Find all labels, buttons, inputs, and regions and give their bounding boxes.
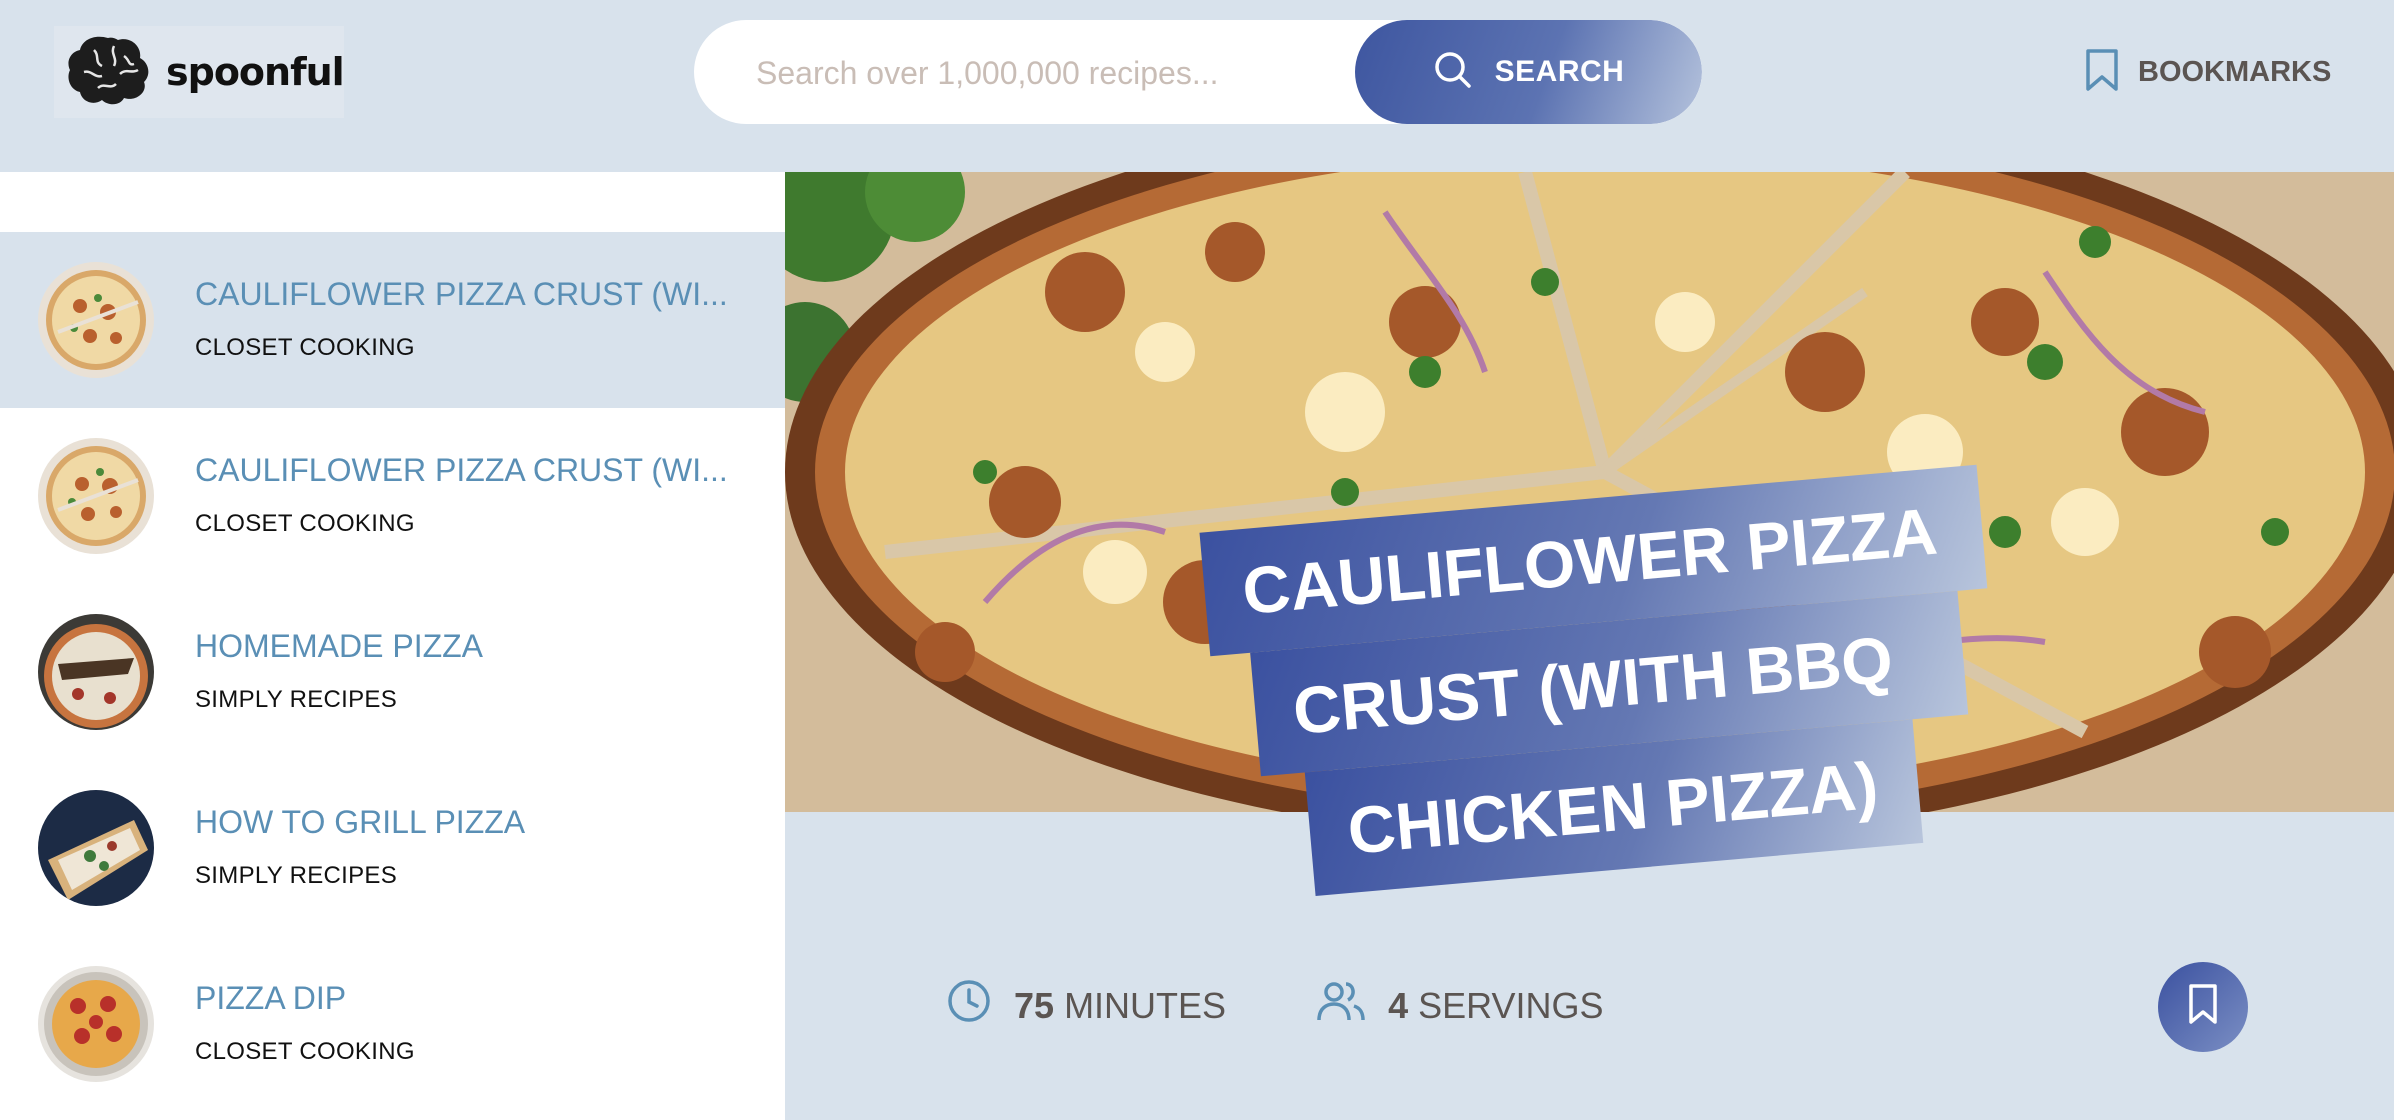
result-title: CAULIFLOWER PIZZA CRUST (WI...	[195, 276, 728, 312]
result-item[interactable]: HOMEMADE PIZZA SIMPLY RECIPES	[0, 584, 785, 760]
header: spoonful SEARCH BOOKMARKS	[0, 0, 2394, 172]
search-input[interactable]	[754, 20, 1378, 124]
result-item[interactable]: CAULIFLOWER PIZZA CRUST (WI... CLOSET CO…	[0, 232, 785, 408]
result-publisher: CLOSET COOKING	[195, 1038, 415, 1065]
result-publisher: CLOSET COOKING	[195, 334, 415, 361]
users-icon	[1316, 978, 1366, 1033]
result-publisher: SIMPLY RECIPES	[195, 862, 398, 889]
result-item[interactable]: PIZZA DIP CLOSET COOKING	[0, 936, 785, 1112]
cooking-time-unit: MINUTES	[1064, 984, 1227, 1026]
search-form: SEARCH	[694, 20, 1702, 124]
bookmarks-label: BOOKMARKS	[2138, 55, 2332, 88]
clock-icon	[946, 978, 992, 1033]
bookmark-icon	[2084, 47, 2120, 98]
brain-icon	[64, 32, 152, 113]
search-button-label: SEARCH	[1494, 55, 1625, 88]
recipe-thumbnail	[38, 262, 154, 378]
recipe-details: 75 MINUTES 4 SERVINGS	[946, 978, 1604, 1033]
bookmarks-button[interactable]: BOOKMARKS	[2084, 46, 2331, 98]
bookmark-recipe-button[interactable]	[2158, 962, 2248, 1052]
servings-value: 4	[1388, 984, 1409, 1026]
result-item[interactable]: CAULIFLOWER PIZZA CRUST (WI... CLOSET CO…	[0, 408, 785, 584]
recipe-thumbnail	[38, 614, 154, 730]
servings-unit: SERVINGS	[1418, 984, 1604, 1026]
result-publisher: SIMPLY RECIPES	[195, 686, 398, 713]
search-results: CAULIFLOWER PIZZA CRUST (WI... CLOSET CO…	[0, 172, 785, 1120]
result-item[interactable]: HOW TO GRILL PIZZA SIMPLY RECIPES	[0, 760, 785, 936]
search-button[interactable]: SEARCH	[1355, 20, 1702, 124]
recipe-thumbnail	[38, 438, 154, 554]
result-title: PIZZA DIP	[195, 980, 347, 1016]
result-title: CAULIFLOWER PIZZA CRUST (WI...	[195, 452, 728, 488]
recipe-thumbnail	[38, 790, 154, 906]
brand-name: spoonful	[166, 50, 345, 94]
recipe-thumbnail	[38, 966, 154, 1082]
result-title: HOMEMADE PIZZA	[195, 628, 484, 664]
servings: 4 SERVINGS	[1316, 978, 1604, 1033]
bookmark-icon	[2185, 982, 2221, 1033]
search-icon	[1433, 50, 1473, 95]
cooking-time: 75 MINUTES	[946, 978, 1226, 1033]
logo[interactable]: spoonful	[54, 26, 345, 118]
recipe-title: CAULIFLOWER PIZZA CRUST (WITH BBQ CHICKE…	[1196, 425, 2014, 961]
result-title: HOW TO GRILL PIZZA	[195, 804, 526, 840]
result-publisher: CLOSET COOKING	[195, 510, 415, 537]
cooking-time-value: 75	[1014, 984, 1055, 1026]
